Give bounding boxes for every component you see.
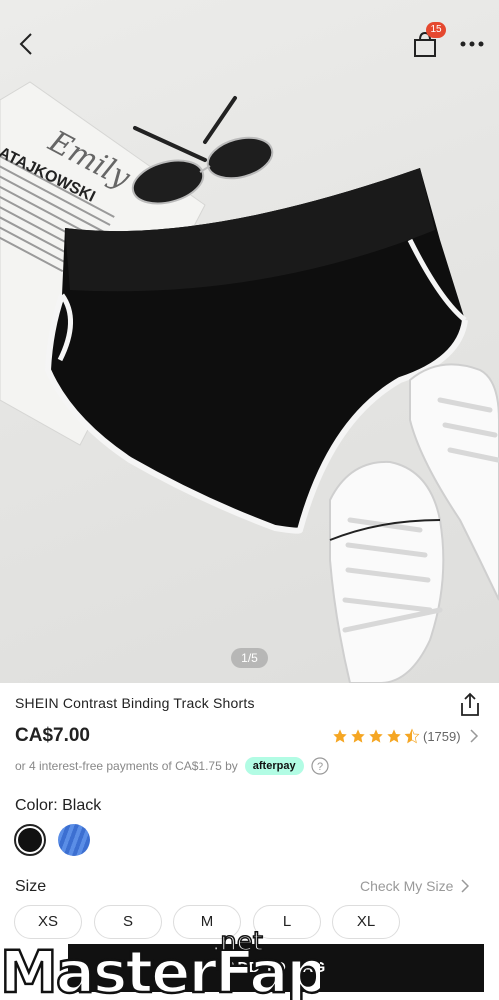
back-button[interactable]: [14, 30, 40, 58]
afterpay-text: or 4 interest-free payments of CA$1.75 b…: [15, 759, 238, 773]
afterpay-info: or 4 interest-free payments of CA$1.75 b…: [15, 757, 329, 775]
afterpay-badge: afterpay: [244, 757, 304, 775]
star-icon: [387, 729, 401, 743]
chevron-right-icon: [461, 879, 470, 893]
back-icon: [19, 33, 32, 55]
rating-count: (1759): [423, 728, 461, 744]
svg-text:?: ?: [317, 761, 323, 773]
size-option-l[interactable]: L: [253, 905, 321, 939]
share-icon: [461, 692, 479, 716]
star-icon: [351, 729, 365, 743]
chevron-right-icon: [470, 729, 478, 743]
share-button[interactable]: [458, 691, 482, 717]
sunglasses-prop: [131, 96, 274, 205]
size-option-m[interactable]: M: [173, 905, 241, 939]
add-to-bag-button[interactable]: ADD TO BAG: [68, 944, 484, 992]
star-icon: [369, 729, 383, 743]
product-title: SHEIN Contrast Binding Track Shorts: [15, 695, 255, 711]
size-option-xs[interactable]: XS: [14, 905, 82, 939]
color-swatch-blue[interactable]: [58, 824, 90, 856]
more-button[interactable]: [458, 34, 488, 54]
product-image[interactable]: Emily ATAJKOWSKI 1/5: [0, 0, 499, 683]
product-price: CA$7.00: [15, 725, 90, 746]
color-label: Color: Black: [15, 797, 102, 814]
star-icon: [333, 729, 347, 743]
size-option-xl[interactable]: XL: [332, 905, 400, 939]
size-option-s[interactable]: S: [94, 905, 162, 939]
check-my-size-label: Check My Size: [360, 878, 454, 894]
rating-summary[interactable]: (1759): [332, 726, 479, 746]
check-my-size-link[interactable]: Check My Size: [360, 878, 470, 894]
help-icon[interactable]: ?: [310, 757, 329, 775]
size-label: Size: [15, 878, 47, 895]
page-indicator: 1/5: [231, 648, 268, 668]
bag-count-badge: 15: [426, 22, 446, 38]
more-icon: [460, 41, 484, 47]
top-bar: 15: [0, 0, 499, 88]
star-half-icon: [404, 728, 420, 744]
color-swatch-black[interactable]: [14, 824, 46, 856]
